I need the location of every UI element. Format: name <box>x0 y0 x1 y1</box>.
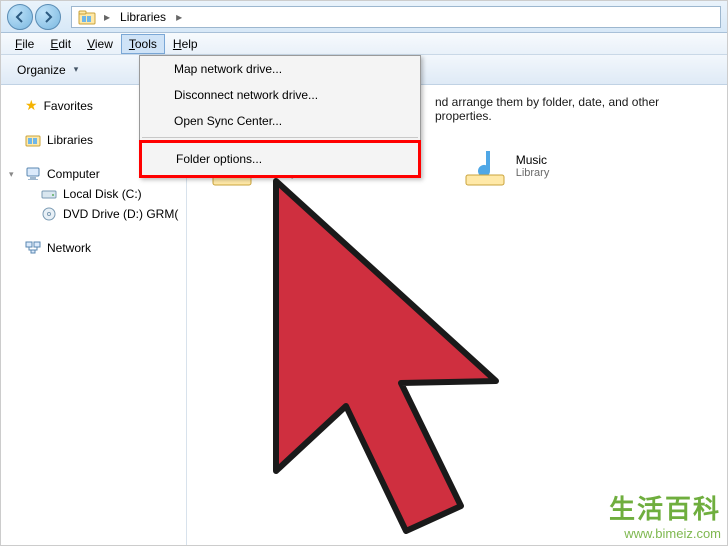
chevron-down-icon[interactable]: ▾ <box>9 169 19 180</box>
address-bar[interactable]: ▸ Libraries ▸ <box>71 6 721 28</box>
desc-text: nd arrange them by folder, date, and oth… <box>435 95 659 123</box>
breadcrumb-libraries[interactable]: Libraries <box>114 8 172 26</box>
library-music[interactable]: Music Library <box>464 145 550 187</box>
nav-computer-label: Computer <box>47 167 100 181</box>
menu-file-tail: ile <box>22 37 34 51</box>
menubar: File Edit View Tools Help <box>1 33 727 55</box>
titlebar: ▸ Libraries ▸ <box>1 1 727 33</box>
menu-file[interactable]: File <box>7 34 42 54</box>
watermark-text-cn: 生活百科 <box>609 489 721 526</box>
menu-edit[interactable]: Edit <box>42 34 79 54</box>
library-sub: Library <box>516 167 550 179</box>
nav-favorites-label: Favorites <box>44 99 93 113</box>
nav-dvd-drive[interactable]: DVD Drive (D:) GRM( <box>1 204 186 224</box>
library-name: Music <box>516 153 550 167</box>
menu-open-sync-center[interactable]: Open Sync Center... <box>140 108 420 134</box>
nav-back-button[interactable] <box>7 4 33 30</box>
menu-separator <box>142 137 418 138</box>
nav-local-disk-label: Local Disk (C:) <box>63 187 142 201</box>
nav-local-disk[interactable]: Local Disk (C:) <box>1 184 186 204</box>
menu-help[interactable]: Help <box>165 34 206 54</box>
menu-tools[interactable]: Tools <box>121 34 165 54</box>
chevron-right-icon[interactable]: ▸ <box>172 10 186 24</box>
organize-button[interactable]: Organize <box>7 59 88 81</box>
disk-icon <box>41 186 57 202</box>
menu-disconnect-network-drive[interactable]: Disconnect network drive... <box>140 82 420 108</box>
libraries-icon <box>25 132 41 148</box>
red-highlight-box: Folder options... <box>139 140 421 178</box>
menu-folder-options[interactable]: Folder options... <box>142 143 418 175</box>
nav-dvd-drive-label: DVD Drive (D:) GRM( <box>63 207 178 221</box>
chevron-right-icon[interactable]: ▸ <box>100 10 114 24</box>
menu-view[interactable]: View <box>79 34 121 54</box>
libraries-icon <box>78 9 96 25</box>
watermark: 生活百科 www.bimeiz.com <box>609 489 721 541</box>
watermark-url: www.bimeiz.com <box>609 526 721 541</box>
dvd-icon <box>41 206 57 222</box>
music-icon <box>464 145 506 187</box>
computer-icon <box>25 166 41 182</box>
nav-forward-button[interactable] <box>35 4 61 30</box>
nav-libraries-label: Libraries <box>47 133 93 147</box>
menu-map-network-drive[interactable]: Map network drive... <box>140 56 420 82</box>
star-icon: ★ <box>25 97 38 114</box>
tools-dropdown: Map network drive... Disconnect network … <box>139 55 421 178</box>
network-icon <box>25 240 41 256</box>
nav-network-label: Network <box>47 241 91 255</box>
nav-network[interactable]: Network <box>1 238 186 258</box>
